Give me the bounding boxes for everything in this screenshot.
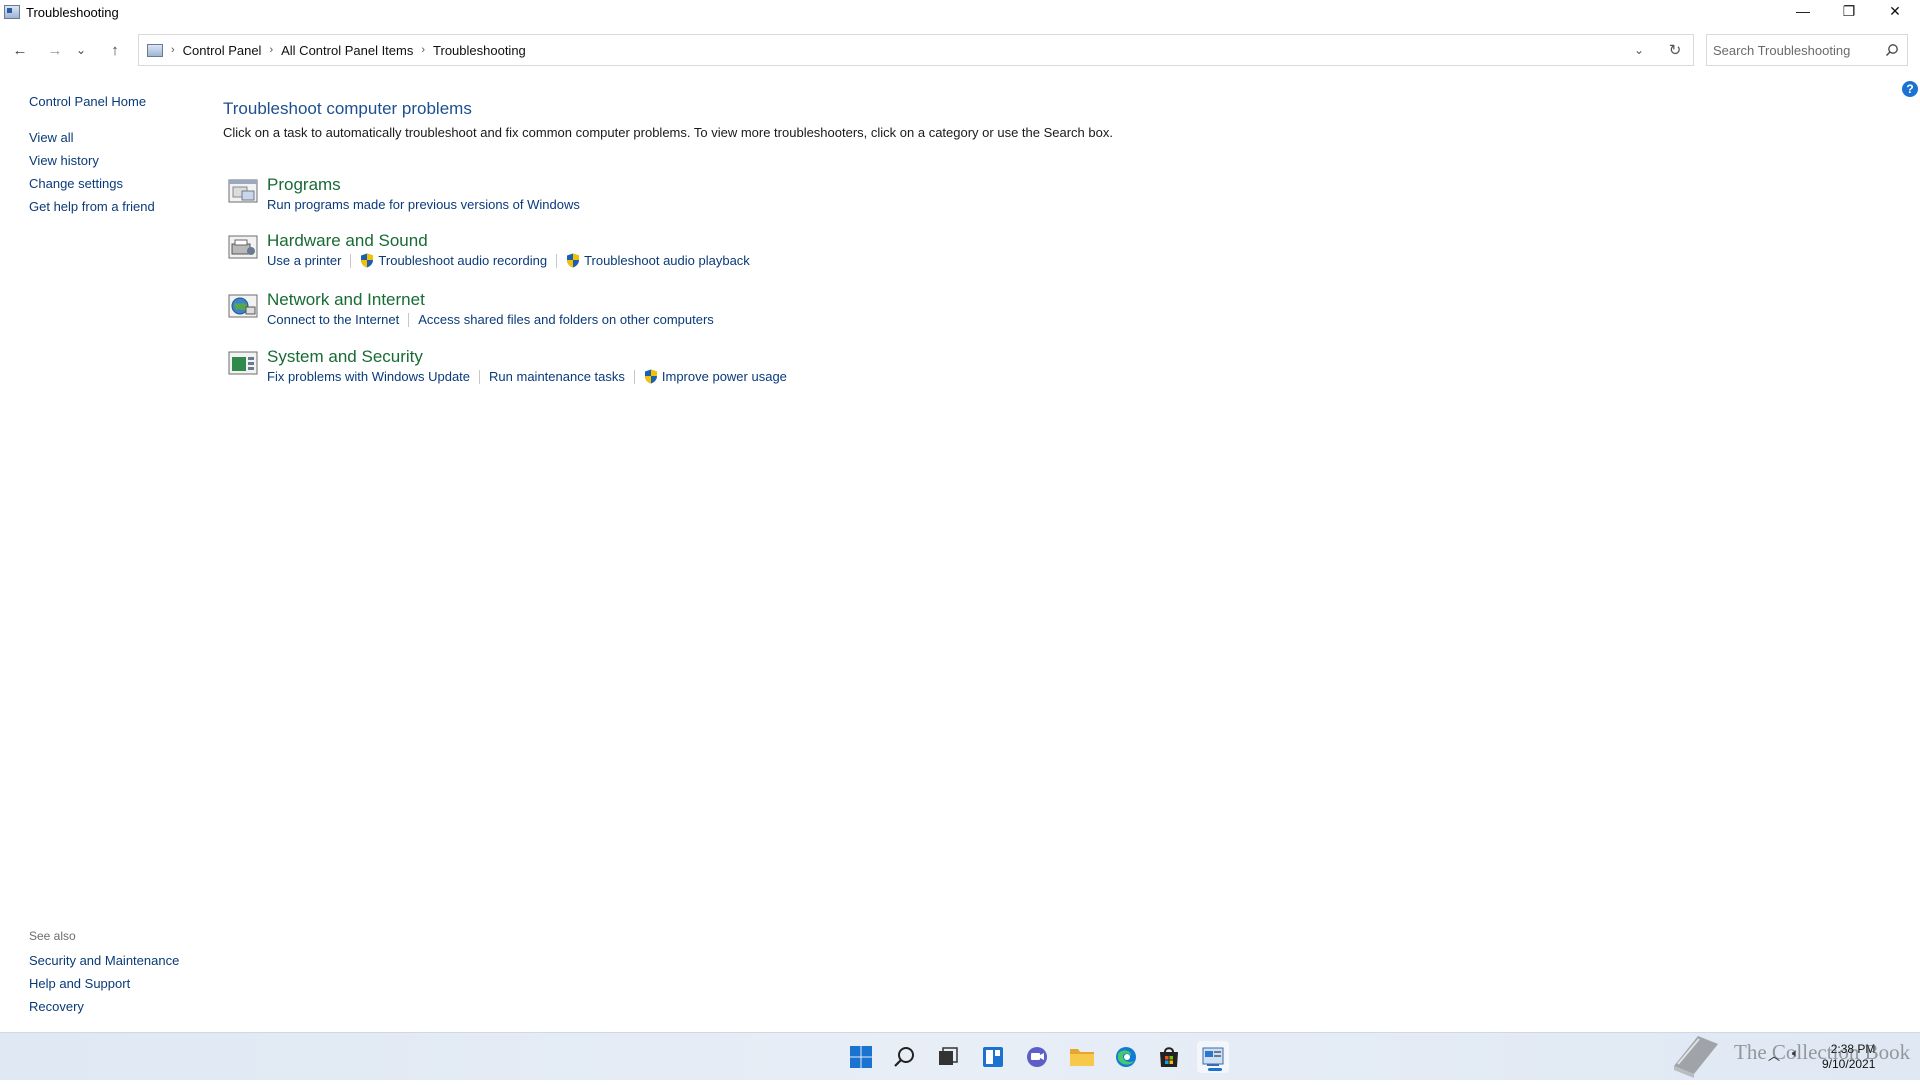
view-history-link[interactable]: View history (29, 149, 199, 172)
system-security-tasks: Fix problems with Windows Update Run mai… (267, 369, 787, 384)
uac-shield-icon (644, 369, 657, 384)
hardware-sound-icon[interactable] (228, 233, 258, 261)
breadcrumb-troubleshooting[interactable]: Troubleshooting (433, 43, 526, 58)
security-maintenance-link[interactable]: Security and Maintenance (29, 949, 229, 972)
page-description: Click on a task to automatically trouble… (223, 125, 1113, 140)
run-old-programs-link[interactable]: Run programs made for previous versions … (267, 197, 580, 212)
category-system-security: System and Security Fix problems with Wi… (223, 347, 1123, 397)
see-also-header: See also (29, 929, 76, 943)
control-panel-icon[interactable] (1197, 1041, 1229, 1073)
edge-icon[interactable] (1110, 1041, 1142, 1073)
main-content: Troubleshoot computer problems Click on … (223, 98, 1423, 384)
link-label: Connect to the Internet (267, 312, 400, 327)
link-divider (633, 369, 635, 384)
watermark: The Collection Book (1668, 1028, 1918, 1080)
active-app-indicator (1208, 1068, 1222, 1071)
restore-button[interactable]: ❐ (1826, 0, 1872, 22)
network-internet-icon[interactable] (228, 292, 258, 320)
audio-playback-link[interactable]: Troubleshoot audio playback (566, 253, 750, 268)
watermark-text: The Collection Book (1734, 1040, 1911, 1064)
windows-update-link[interactable]: Fix problems with Windows Update (267, 369, 470, 384)
hardware-sound-tasks: Use a printer Troubleshoot audio recordi… (267, 253, 750, 268)
uac-shield-icon (567, 253, 580, 268)
link-label: Run maintenance tasks (489, 369, 625, 384)
minimize-button[interactable]: — (1780, 0, 1826, 22)
search-icon[interactable] (889, 1041, 921, 1073)
change-settings-link[interactable]: Change settings (29, 172, 199, 195)
title-bar: Troubleshooting (0, 0, 1920, 24)
system-security-title-link[interactable]: System and Security (267, 347, 423, 367)
refresh-icon[interactable]: ↻ (1661, 35, 1689, 65)
breadcrumb-control-panel[interactable]: Control Panel (183, 43, 262, 58)
see-also-section: See also Security and Maintenance Help a… (29, 926, 229, 1018)
category-hardware-sound: Hardware and Sound Use a printer Trouble… (223, 231, 1123, 281)
breadcrumb-separator[interactable]: › (421, 44, 425, 56)
link-label: Run programs made for previous versions … (267, 197, 580, 212)
search-icon[interactable] (1885, 43, 1899, 57)
windows-start-icon[interactable] (845, 1041, 877, 1073)
programs-title-link[interactable]: Programs (267, 175, 341, 195)
recent-locations-button[interactable]: ⌄ (72, 34, 90, 66)
taskbar: ︿ 🔈︎ 2:38 PM 9/10/2021 (0, 1032, 1920, 1080)
programs-icon[interactable] (228, 177, 258, 205)
control-panel-icon (4, 5, 20, 19)
use-printer-link[interactable]: Use a printer (267, 253, 341, 268)
view-all-link[interactable]: View all (29, 126, 199, 149)
window-title: Troubleshooting (26, 4, 119, 20)
hardware-sound-title-link[interactable]: Hardware and Sound (267, 231, 428, 251)
up-button[interactable]: ↑ (101, 34, 129, 66)
link-divider (408, 312, 410, 327)
link-divider (556, 253, 558, 268)
programs-tasks: Run programs made for previous versions … (267, 197, 580, 212)
link-label: Troubleshoot audio playback (584, 253, 750, 268)
link-divider (479, 369, 481, 384)
network-internet-tasks: Connect to the Internet Access shared fi… (267, 312, 714, 327)
shared-folders-link[interactable]: Access shared files and folders on other… (418, 312, 714, 327)
system-security-icon[interactable] (228, 349, 258, 377)
task-view-icon[interactable] (932, 1041, 964, 1073)
link-label: Use a printer (267, 253, 342, 268)
breadcrumb-separator[interactable]: › (269, 44, 273, 56)
back-button[interactable]: ← (6, 34, 34, 66)
power-usage-link[interactable]: Improve power usage (644, 369, 787, 384)
book-logo-icon (1674, 1036, 1718, 1078)
category-network-internet: Network and Internet Connect to the Inte… (223, 290, 1123, 340)
uac-shield-icon (361, 253, 374, 268)
left-navigation-pane: Control Panel Home View all View history… (29, 90, 199, 218)
search-box[interactable] (1706, 34, 1908, 66)
link-divider (350, 253, 352, 268)
link-label: Access shared files and folders on other… (418, 312, 714, 327)
link-label: Fix problems with Windows Update (267, 369, 471, 384)
recovery-link[interactable]: Recovery (29, 995, 229, 1018)
category-programs: Programs Run programs made for previous … (223, 175, 1123, 225)
close-button[interactable]: ✕ (1872, 0, 1918, 22)
search-input[interactable] (1713, 42, 1873, 58)
store-icon[interactable] (1153, 1041, 1185, 1073)
address-bar[interactable]: › Control Panel › All Control Panel Item… (138, 34, 1694, 66)
help-icon[interactable]: ? (1902, 81, 1918, 97)
control-panel-home-link[interactable]: Control Panel Home (29, 90, 199, 113)
file-explorer-icon[interactable] (1066, 1041, 1098, 1073)
maintenance-tasks-link[interactable]: Run maintenance tasks (489, 369, 625, 384)
chat-icon[interactable] (1021, 1041, 1053, 1073)
link-label: Troubleshoot audio recording (378, 253, 548, 268)
help-support-link[interactable]: Help and Support (29, 972, 229, 995)
widgets-icon[interactable] (977, 1041, 1009, 1073)
link-label: Improve power usage (661, 369, 787, 384)
navigation-bar: ← → ⌄ ↑ › Control Panel › All Control Pa… (0, 34, 1920, 66)
forward-button[interactable]: → (41, 34, 69, 66)
breadcrumb-all-items[interactable]: All Control Panel Items (281, 43, 413, 58)
connect-internet-link[interactable]: Connect to the Internet (267, 312, 399, 327)
address-dropdown-icon[interactable]: ⌄ (1625, 35, 1653, 65)
network-internet-title-link[interactable]: Network and Internet (267, 290, 425, 310)
breadcrumb-separator[interactable]: › (171, 44, 175, 56)
control-panel-icon (147, 43, 163, 57)
audio-recording-link[interactable]: Troubleshoot audio recording (360, 253, 547, 268)
get-help-from-friend-link[interactable]: Get help from a friend (29, 195, 199, 218)
page-title: Troubleshoot computer problems (223, 99, 472, 118)
